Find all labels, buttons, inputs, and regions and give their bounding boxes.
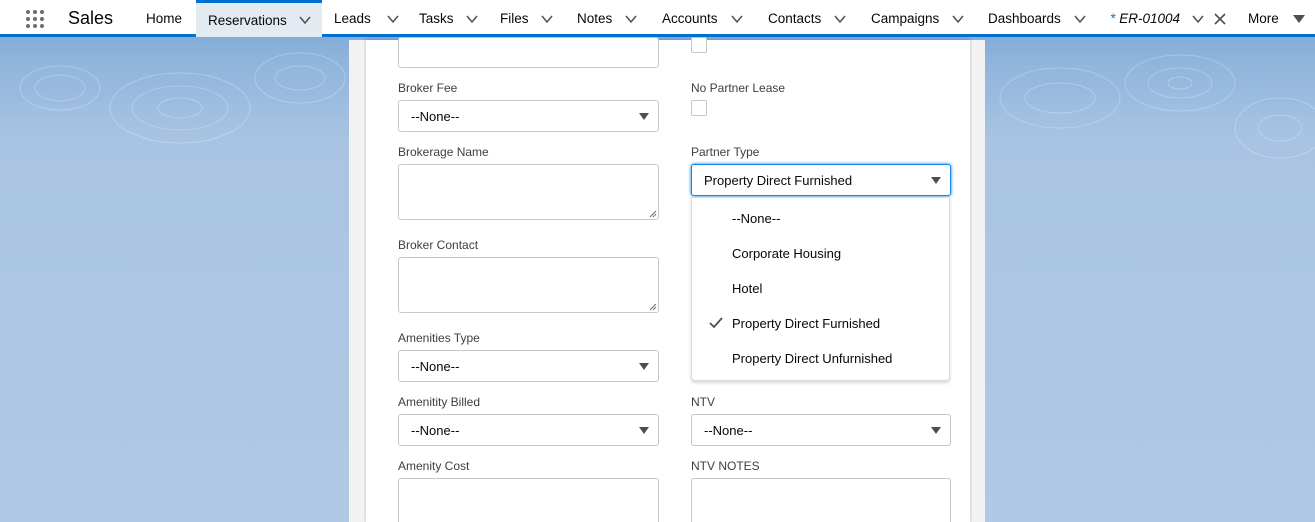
chevron-down-icon[interactable] xyxy=(540,13,553,25)
broker-contact-label: Broker Contact xyxy=(398,238,479,252)
option-label: Corporate Housing xyxy=(732,246,842,261)
nav-reservations[interactable]: Reservations xyxy=(196,0,322,37)
nav-campaigns-label: Campaigns xyxy=(871,11,940,26)
option-label: Hotel xyxy=(732,281,763,296)
nav-accounts-label: Accounts xyxy=(662,11,718,26)
nav-leads[interactable]: Leads xyxy=(334,0,399,37)
nav-tasks[interactable]: Tasks xyxy=(419,0,478,37)
amenity-cost-input[interactable] xyxy=(398,478,659,522)
nav-files[interactable]: Files xyxy=(500,0,553,37)
amenitity-billed-select[interactable]: --None-- xyxy=(398,414,659,446)
dropdown-option[interactable]: Hotel xyxy=(692,271,949,306)
caret-down-icon[interactable] xyxy=(1292,14,1305,24)
ntv-select[interactable]: --None-- xyxy=(691,414,951,446)
nav-tasks-label: Tasks xyxy=(419,11,454,26)
partner-type-dropdown-list: --None-- Corporate Housing Hotel Propert… xyxy=(691,197,950,381)
amenitity-billed-value: --None-- xyxy=(411,422,460,438)
brokerage-name-textarea[interactable] xyxy=(398,164,659,220)
previous-field-checkbox[interactable] xyxy=(691,37,707,53)
nav-dashboards[interactable]: Dashboards xyxy=(988,0,1086,37)
nav-contacts-label: Contacts xyxy=(768,11,822,26)
ntv-notes-label: NTV NOTES xyxy=(691,459,760,473)
ntv-value: --None-- xyxy=(704,422,753,438)
chevron-down-icon[interactable] xyxy=(465,13,478,25)
close-tab-icon[interactable] xyxy=(1214,12,1226,25)
partner-type-value: Property Direct Furnished xyxy=(704,172,853,188)
top-navigation-bar: Sales Home Reservations Leads Tasks File… xyxy=(0,0,1315,37)
option-label: --None-- xyxy=(732,211,781,226)
nav-home-label: Home xyxy=(146,11,183,26)
ntv-label: NTV xyxy=(691,395,715,409)
broker-fee-label: Broker Fee xyxy=(398,81,458,95)
chevron-down-icon[interactable] xyxy=(730,13,743,25)
resize-handle-icon[interactable] xyxy=(649,210,657,218)
nav-record-tab-label: ER-01004 xyxy=(1119,11,1181,26)
nav-home[interactable]: Home xyxy=(146,0,182,37)
amenity-cost-label: Amenity Cost xyxy=(398,459,470,473)
nav-record-tab[interactable]: * ER-01004 xyxy=(1110,0,1226,37)
chevron-down-icon[interactable] xyxy=(1192,13,1204,25)
nav-notes[interactable]: Notes xyxy=(577,0,637,37)
dropdown-option[interactable]: Corporate Housing xyxy=(692,236,949,271)
nav-dashboards-label: Dashboards xyxy=(988,11,1061,26)
broker-contact-textarea[interactable] xyxy=(398,257,659,313)
nav-notes-label: Notes xyxy=(577,11,613,26)
broker-fee-value: --None-- xyxy=(411,108,460,124)
dropdown-arrow-icon xyxy=(639,427,649,434)
amenitity-billed-label: Amenitity Billed xyxy=(398,395,481,409)
nav-campaigns[interactable]: Campaigns xyxy=(871,0,964,37)
checkmark-icon xyxy=(709,317,723,329)
dropdown-arrow-icon xyxy=(639,113,649,120)
no-partner-lease-checkbox[interactable] xyxy=(691,100,707,116)
dropdown-option[interactable]: Property Direct Unfurnished xyxy=(692,341,949,376)
option-label: Property Direct Furnished xyxy=(732,316,881,331)
nav-leads-label: Leads xyxy=(334,11,371,26)
dropdown-arrow-icon xyxy=(931,177,941,184)
chevron-down-icon[interactable] xyxy=(387,13,399,25)
nav-reservations-label: Reservations xyxy=(208,12,287,28)
partner-type-label: Partner Type xyxy=(691,145,760,159)
app-launcher-icon[interactable] xyxy=(24,8,46,30)
dropdown-option-selected[interactable]: Property Direct Furnished xyxy=(692,306,949,341)
nav-contacts[interactable]: Contacts xyxy=(768,0,846,37)
app-name: Sales xyxy=(68,8,114,28)
unsaved-marker: * xyxy=(1110,11,1116,26)
dropdown-arrow-icon xyxy=(931,427,941,434)
partner-type-select[interactable]: Property Direct Furnished xyxy=(691,164,951,196)
ntv-notes-textarea[interactable] xyxy=(691,478,951,522)
broker-fee-select[interactable]: --None-- xyxy=(398,100,659,132)
option-label: Property Direct Unfurnished xyxy=(732,351,893,366)
nav-more-label: More xyxy=(1248,11,1279,26)
chevron-down-icon[interactable] xyxy=(952,13,964,25)
amenities-type-label: Amenities Type xyxy=(398,331,480,345)
chevron-down-icon[interactable] xyxy=(299,14,311,26)
nav-accounts[interactable]: Accounts xyxy=(662,0,743,37)
chevron-down-icon[interactable] xyxy=(1074,13,1086,25)
no-partner-lease-label: No Partner Lease xyxy=(691,81,786,95)
resize-handle-icon[interactable] xyxy=(649,303,657,311)
chevron-down-icon[interactable] xyxy=(834,13,846,25)
amenities-type-value: --None-- xyxy=(411,358,460,374)
brokerage-name-label: Brokerage Name xyxy=(398,145,489,159)
dropdown-arrow-icon xyxy=(639,363,649,370)
dropdown-option[interactable]: --None-- xyxy=(692,201,949,236)
nav-more[interactable]: More xyxy=(1248,0,1305,37)
previous-field-input[interactable] xyxy=(398,37,659,68)
chevron-down-icon[interactable] xyxy=(625,13,637,25)
nav-files-label: Files xyxy=(500,11,529,26)
amenities-type-select[interactable]: --None-- xyxy=(398,350,659,382)
